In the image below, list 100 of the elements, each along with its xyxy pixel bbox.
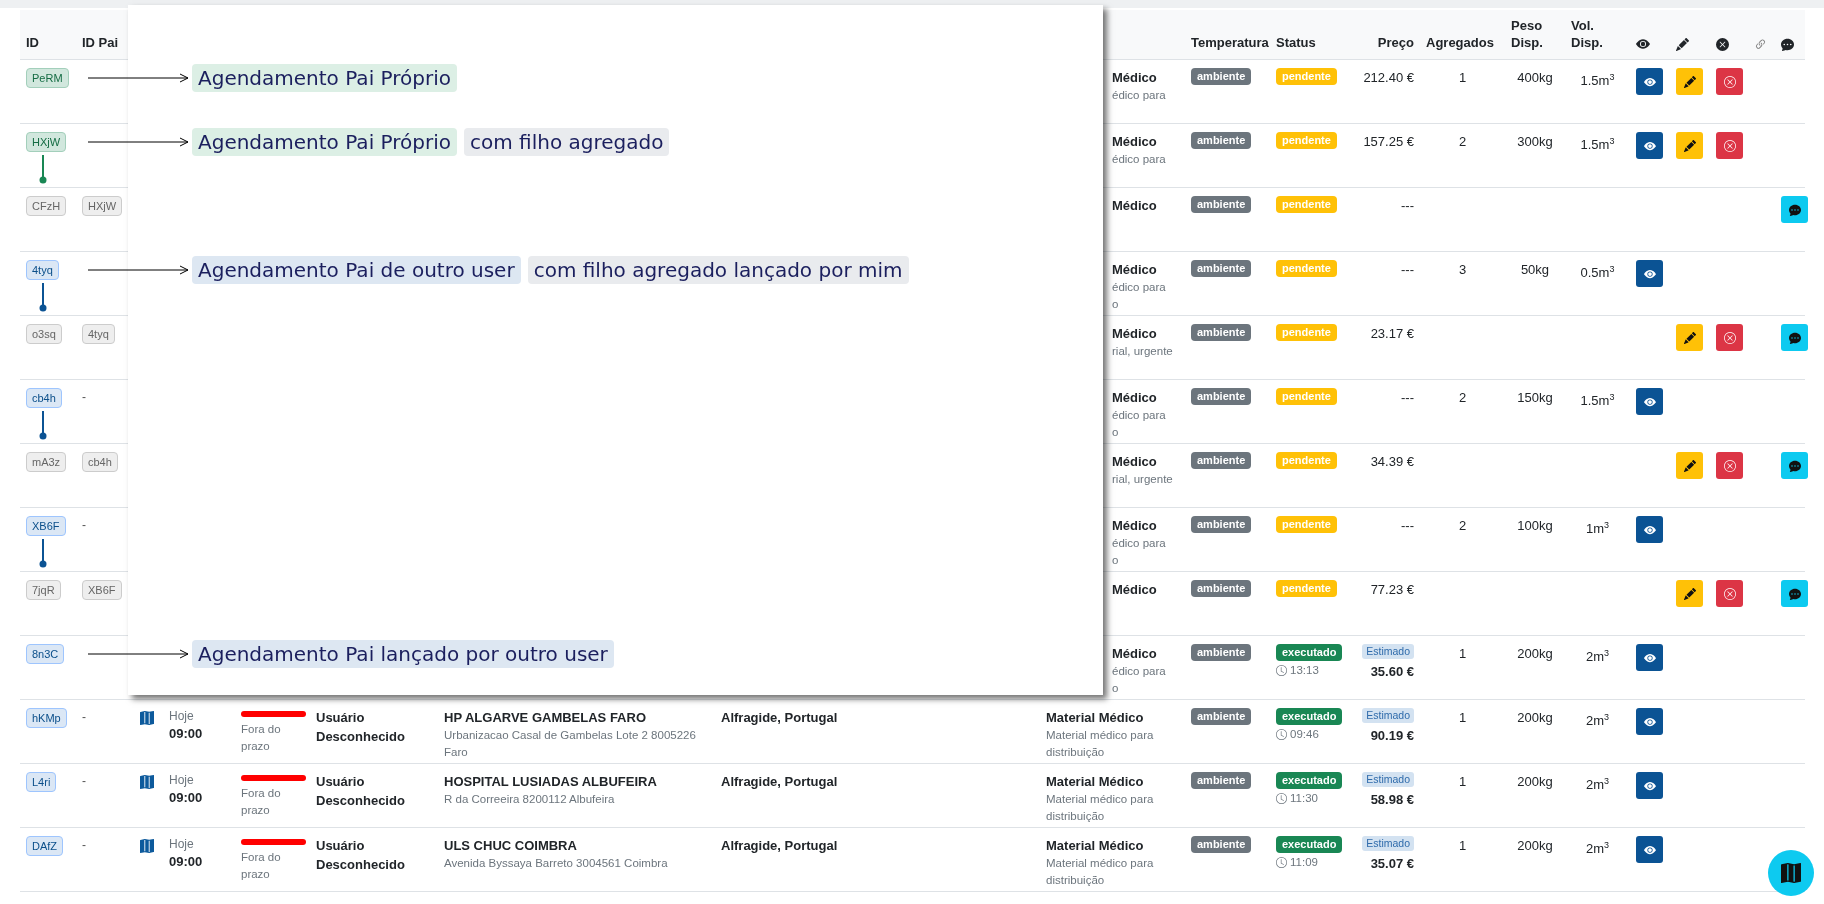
cancel-button[interactable]	[1716, 580, 1743, 607]
edit-button[interactable]	[1676, 324, 1703, 351]
column-header: Vol. Disp.	[1570, 17, 1604, 51]
id-badge: o3sq	[26, 324, 62, 344]
material-description: o	[1112, 297, 1119, 312]
temperature-badge: ambiente	[1191, 772, 1252, 789]
available-weight: 50kg	[1520, 261, 1550, 279]
deadline-label: Fora do prazo	[241, 850, 282, 882]
destination-address: R da Correeira 8200112 Albufeira	[444, 792, 615, 807]
price: 90.19 €	[1370, 727, 1414, 745]
chat-icon	[1788, 331, 1801, 344]
user-name: Usuário Desconhecido	[316, 837, 406, 874]
material-name: Médico	[1112, 261, 1157, 279]
eye-icon	[1643, 779, 1656, 792]
column-header: Agregados	[1425, 34, 1495, 51]
available-weight: 200kg	[1517, 645, 1553, 663]
map-icon[interactable]	[139, 839, 154, 853]
schedule-day: Hoje	[169, 836, 194, 852]
eye-icon	[1643, 139, 1656, 152]
map-icon[interactable]	[139, 711, 154, 725]
destination-name: ULS CHUC COIMBRA	[444, 837, 577, 855]
pencil-icon	[1683, 75, 1696, 88]
eye-icon	[1643, 395, 1656, 408]
view-button[interactable]	[1636, 516, 1663, 543]
temperature-badge: ambiente	[1191, 388, 1252, 405]
chat-button[interactable]	[1781, 196, 1808, 223]
map-icon	[1781, 863, 1801, 883]
available-volume: 0.5m$^{3}$	[1580, 263, 1615, 283]
material-name: Material Médico	[1046, 773, 1144, 791]
close-icon	[1723, 75, 1736, 88]
status-badge: pendente	[1276, 324, 1337, 341]
eye-icon	[1643, 843, 1656, 856]
view-button[interactable]	[1636, 708, 1663, 735]
edit-button[interactable]	[1676, 68, 1703, 95]
material-description: édico para	[1112, 152, 1166, 167]
material-description: édico para	[1112, 280, 1166, 295]
view-button[interactable]	[1636, 772, 1663, 799]
close-icon	[1723, 459, 1736, 472]
available-volume: 1.5m$^{3}$	[1580, 391, 1615, 411]
view-button[interactable]	[1636, 388, 1663, 415]
chat-button[interactable]	[1781, 580, 1808, 607]
estimate-tag: Estimado	[1362, 644, 1414, 659]
available-volume: 2m$^{3}$	[1585, 711, 1610, 731]
estimate-tag: Estimado	[1362, 836, 1414, 851]
status-badge: pendente	[1276, 132, 1337, 149]
price: ---	[1401, 517, 1414, 535]
price: 34.39 €	[1370, 453, 1414, 471]
aggregates-count: 1	[1458, 69, 1467, 87]
temperature-badge: ambiente	[1191, 68, 1252, 85]
material-description: o	[1112, 681, 1119, 696]
status-time: 09:46	[1290, 728, 1319, 740]
edit-button[interactable]	[1676, 580, 1703, 607]
annotation-label: com filho agregado	[464, 128, 670, 156]
eye-icon	[1643, 267, 1656, 280]
price: ---	[1401, 389, 1414, 407]
id-badge: mA3z	[26, 452, 67, 472]
status-badge: pendente	[1276, 196, 1337, 213]
column-header: ID Pai	[81, 34, 120, 51]
status-badge: pendente	[1276, 452, 1337, 469]
temperature-badge: ambiente	[1191, 516, 1252, 533]
price: 77.23 €	[1370, 581, 1414, 599]
close-icon	[1723, 331, 1736, 344]
view-button[interactable]	[1636, 644, 1663, 671]
parent-id: -	[82, 517, 86, 532]
edit-button[interactable]	[1676, 452, 1703, 479]
material-name: Médico	[1112, 389, 1157, 407]
material-description: édico para	[1112, 408, 1166, 423]
view-button[interactable]	[1636, 68, 1663, 95]
user-name: Usuário Desconhecido	[316, 773, 406, 810]
aggregates-count: 2	[1458, 133, 1467, 151]
id-badge: cb4h	[26, 388, 62, 408]
chat-button[interactable]	[1781, 324, 1808, 351]
destination-name: HOSPITAL LUSIADAS ALBUFEIRA	[444, 773, 657, 791]
cancel-button[interactable]	[1716, 324, 1743, 351]
chat-button[interactable]	[1781, 452, 1808, 479]
origin-location: Alfragide, Portugal	[721, 773, 838, 791]
material-description: édico para	[1112, 536, 1166, 551]
price: ---	[1401, 197, 1414, 215]
cancel-button[interactable]	[1716, 68, 1743, 95]
map-button[interactable]	[1768, 850, 1814, 896]
chat-icon	[1788, 203, 1801, 216]
cancel-button[interactable]	[1716, 132, 1743, 159]
edit-button[interactable]	[1676, 132, 1703, 159]
column-header: ID	[25, 34, 40, 51]
cancel-button[interactable]	[1716, 452, 1743, 479]
parent-id-badge: HXjW	[82, 196, 123, 216]
material-name: Médico	[1112, 581, 1157, 599]
eye-icon	[1643, 651, 1656, 664]
map-icon[interactable]	[139, 775, 154, 789]
view-button[interactable]	[1636, 132, 1663, 159]
available-volume: 2m$^{3}$	[1585, 775, 1610, 795]
column-header: Status	[1275, 34, 1317, 51]
deadline-label: Fora do prazo	[241, 722, 282, 754]
view-button[interactable]	[1636, 836, 1663, 863]
material-description: Material médico para distribuição	[1046, 728, 1155, 760]
material-description: o	[1112, 553, 1119, 568]
schedule-day: Hoje	[169, 772, 194, 788]
status-badge: pendente	[1276, 580, 1337, 597]
close-icon	[1723, 139, 1736, 152]
view-button[interactable]	[1636, 260, 1663, 287]
